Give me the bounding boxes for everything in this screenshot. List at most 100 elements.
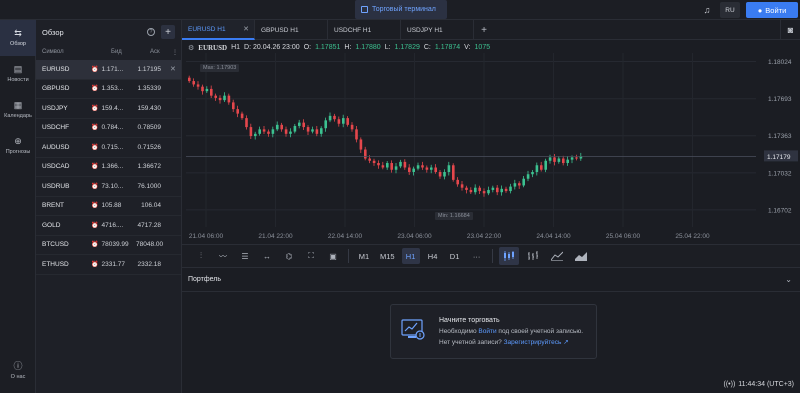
tab-gbpusd[interactable]: GBPUSD H1 xyxy=(255,20,328,40)
add-symbol-button[interactable]: + xyxy=(161,25,175,39)
screenshot-icon[interactable]: ◙ xyxy=(780,20,800,40)
candle-body xyxy=(346,118,349,125)
indicators-icon[interactable]: ⫶ xyxy=(190,246,212,266)
portfolio-header: Портфель ⌄ xyxy=(182,268,800,292)
theme-toggle-icon[interactable]: ♫ xyxy=(700,3,714,17)
overview-icon: ⇆ xyxy=(14,28,22,38)
nav-item-calendar[interactable]: ▦ Календарь xyxy=(0,92,36,128)
row-symbol: USDCHF xyxy=(42,124,70,132)
trading-terminal-button[interactable]: Торговый терминал xyxy=(355,0,447,19)
timeframe-m1[interactable]: M1 xyxy=(355,248,373,264)
candle-body xyxy=(522,178,525,186)
watchlist-row[interactable]: GBPUSD ⏰ 1.353... 1.35339 xyxy=(36,80,181,99)
candle-body xyxy=(390,163,393,170)
close-icon[interactable]: ✕ xyxy=(243,25,249,33)
shapes-icon[interactable]: ⌬ xyxy=(278,246,300,266)
nav-item-about[interactable]: ⓘ О нас xyxy=(0,353,36,389)
candle-body xyxy=(223,95,226,101)
candle-body xyxy=(386,163,389,168)
candle-body xyxy=(372,160,376,164)
row-ask: 78048.00 xyxy=(136,241,164,249)
register-link[interactable]: Зарегистрируйтесь xyxy=(504,339,562,346)
candle-body xyxy=(218,97,222,101)
candle-body xyxy=(562,158,565,164)
info-icon: ⓘ xyxy=(13,361,23,371)
bid-value: 0.784... xyxy=(101,124,124,132)
y-tick-label: 1.17363 xyxy=(768,133,792,140)
candle-body xyxy=(399,161,402,167)
help-icon[interactable]: ? xyxy=(147,28,155,36)
add-tab-button[interactable]: + xyxy=(474,20,494,40)
watchlist-row[interactable]: BRENT ⏰ 105.88 106.04 xyxy=(36,197,181,216)
watchlist-row[interactable]: USDJPY ⏰ 159.4... 159.430 xyxy=(36,99,181,119)
nav-item-overview[interactable]: ⇆ Обзор xyxy=(0,20,36,56)
nav-item-news[interactable]: ▤ Новости xyxy=(0,56,36,92)
nav-item-forecast[interactable]: ⊕ Прогнозы xyxy=(0,128,36,164)
chart-symbol: EURUSD xyxy=(198,44,228,52)
language-selector[interactable]: RU xyxy=(720,2,740,18)
clock-icon: ⏰ xyxy=(91,105,99,112)
candle-body xyxy=(504,188,508,192)
timeframe-h4[interactable]: H4 xyxy=(424,248,442,264)
candle-body xyxy=(289,131,292,134)
line-chart-icon[interactable] xyxy=(547,247,567,265)
candle-body xyxy=(188,77,191,82)
watchlist-row[interactable]: BTCUSD ⏰ 78039.99 78048.00 xyxy=(36,236,181,255)
more-options-icon[interactable]: ⋮ xyxy=(172,49,178,56)
frame-icon[interactable]: ⛶ xyxy=(300,246,322,266)
user-icon: ● xyxy=(757,5,763,15)
chevron-down-icon[interactable]: ⌄ xyxy=(785,275,792,284)
tab-label: USDJPY H1 xyxy=(407,26,443,34)
watchlist-row[interactable]: USDCHF ⏰ 0.784... 0.78509 xyxy=(36,119,181,138)
watchlist-row[interactable]: ETHUSD ⏰ 2331.77 2332.18 xyxy=(36,255,181,275)
candle-body xyxy=(342,118,345,124)
timeframe-m15[interactable]: M15 xyxy=(377,248,398,264)
candle-body xyxy=(518,183,521,186)
candle-body xyxy=(232,102,235,110)
login-button[interactable]: ● Войти xyxy=(746,2,798,18)
measure-icon[interactable]: ↔ xyxy=(256,246,278,266)
templates-icon[interactable]: ▣ xyxy=(322,246,344,266)
candle-body xyxy=(509,186,512,192)
row-symbol: USDCAD xyxy=(42,163,70,171)
watchlist-row[interactable]: AUDUSD ⏰ 0.715... 0.71526 xyxy=(36,138,181,158)
remove-symbol-icon[interactable]: ✕ xyxy=(170,65,176,73)
candle-body xyxy=(513,183,517,187)
bars-chart-icon[interactable] xyxy=(523,247,543,265)
candle-body xyxy=(408,167,411,172)
clock-icon: ⏰ xyxy=(91,242,99,249)
register-prompt-text: Нет учетной записи? xyxy=(439,339,502,346)
watchlist-row[interactable]: GOLD ⏰ 4716.... 4717.28 xyxy=(36,216,181,236)
timeframe-d1[interactable]: D1 xyxy=(446,248,464,264)
settings-icon[interactable]: ⚙ xyxy=(188,44,194,52)
watchlist-title: Обзор xyxy=(42,27,64,37)
login-label: Войти xyxy=(765,5,787,15)
candle-body xyxy=(298,122,301,126)
timeframe-h1[interactable]: H1 xyxy=(401,248,420,264)
candle-body xyxy=(267,131,270,134)
candle-body xyxy=(284,129,288,134)
chart-canvas[interactable]: 1.18024 1.17693 1.17363 1.17032 1.16702 21.04… xyxy=(182,41,800,244)
price-chart[interactable]: 1.18024 1.17693 1.17363 1.17032 1.16702 21.04… xyxy=(182,41,800,244)
timeframe-more[interactable]: ··· xyxy=(468,248,486,264)
tab-eurusd[interactable]: EURUSD H1 ✕ xyxy=(182,20,255,40)
line-tool-icon[interactable]: 〰 xyxy=(212,246,234,266)
watchlist-row[interactable]: USDCAD ⏰ 1.366... 1.36672 xyxy=(36,158,181,177)
calendar-icon: ▦ xyxy=(13,100,23,110)
external-link-icon[interactable]: ↗ xyxy=(563,339,568,346)
area-chart-icon[interactable] xyxy=(571,247,591,265)
candles-chart-icon[interactable] xyxy=(498,247,519,265)
watchlist-row[interactable]: EURUSD ⏰ 1.171... 1.17195 ✕ xyxy=(36,60,181,80)
candle-body xyxy=(262,129,266,132)
candle-body xyxy=(293,125,297,132)
clock-icon: ⏰ xyxy=(91,261,99,268)
tab-usdjpy[interactable]: USDJPY H1 xyxy=(401,20,474,40)
tab-usdchf[interactable]: USDCHF H1 xyxy=(328,20,401,40)
column-ask: Аск xyxy=(150,49,160,55)
login-link[interactable]: Войти xyxy=(478,328,496,335)
open-label: O: xyxy=(303,44,312,51)
watchlist-row[interactable]: USDRUB ⏰ 73.10... 76.1000 xyxy=(36,177,181,197)
bid-value: 105.88 xyxy=(101,202,122,210)
notes-icon[interactable]: ☰ xyxy=(234,246,256,266)
high-label: H: xyxy=(344,44,352,51)
